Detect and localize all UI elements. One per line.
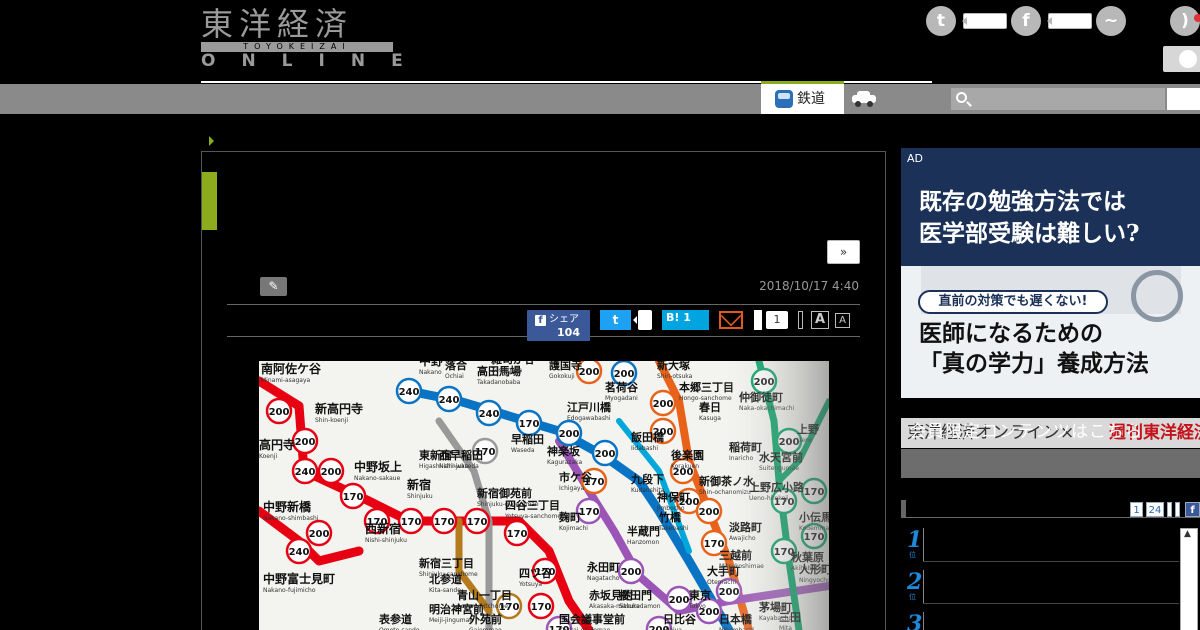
font-size-large-button[interactable]: A bbox=[811, 311, 829, 329]
title-accent-bar bbox=[202, 172, 217, 230]
article-date: 2018/10/17 4:40 bbox=[759, 279, 859, 293]
twitter-share-count bbox=[633, 310, 652, 330]
facebook-share-count: 104 bbox=[557, 326, 580, 339]
ranking-tab-b[interactable] bbox=[1175, 502, 1180, 517]
ranking-page-24[interactable]: 24 bbox=[1146, 502, 1164, 517]
ranking-number: 1 bbox=[907, 527, 923, 553]
hatena-label: B! bbox=[666, 311, 680, 324]
author-icon[interactable]: ✎ bbox=[260, 277, 287, 296]
article-photo-subway-map: 2002002402001702002401701701701701702402… bbox=[259, 361, 829, 630]
nav-tab-label: 鉄道 bbox=[797, 91, 825, 107]
logo-online-text: ONLINE bbox=[201, 51, 429, 71]
search-input[interactable] bbox=[951, 88, 1165, 110]
hatena-bookmark-button[interactable]: B! 1 bbox=[662, 310, 709, 330]
nav-tab-railway[interactable]: 鉄道 bbox=[761, 81, 844, 114]
hatena-count: 1 bbox=[683, 311, 691, 324]
ad-headline-2: 医学部受験は難しい? bbox=[919, 220, 1140, 247]
twitter-icon: t bbox=[926, 6, 956, 36]
font-size-small-button[interactable]: A bbox=[835, 313, 850, 328]
facebook-share-button[interactable]: f シェア 104 bbox=[527, 310, 590, 341]
ranking-suffix: 位 bbox=[909, 551, 916, 559]
logo-japanese-text: 東洋経済 bbox=[201, 5, 354, 43]
train-icon bbox=[775, 90, 793, 108]
facebook-icon: f bbox=[1011, 6, 1041, 36]
member-banner-text-2: 会員限定コンテンツはこちら bbox=[909, 422, 1143, 442]
messenger-icon: ~ bbox=[1096, 6, 1126, 36]
ranking-item[interactable]: 3 位 bbox=[901, 608, 1179, 630]
car-icon[interactable] bbox=[852, 91, 876, 107]
ad-headline-1: 既存の勉強方法では bbox=[919, 188, 1126, 215]
ranking-item[interactable]: 1 位 bbox=[901, 524, 1179, 566]
stethoscope-icon bbox=[1131, 270, 1183, 322]
ranking-item[interactable]: 2 位 bbox=[901, 566, 1179, 608]
login-button[interactable] bbox=[1163, 46, 1200, 72]
twitter-share-button[interactable]: t bbox=[600, 310, 631, 330]
breadcrumb-arrow-icon bbox=[209, 136, 214, 146]
facebook-icon: f bbox=[535, 315, 546, 326]
mail-share-count: 1 bbox=[754, 310, 788, 330]
site-logo[interactable]: 東洋経済 TOYOKEIZAI ONLINE bbox=[201, 5, 429, 71]
print-icon[interactable] bbox=[798, 311, 803, 329]
ad-pill-label: 直前の対策でも遅くない! bbox=[918, 290, 1108, 314]
advertisement-banner[interactable]: AD 既存の勉強方法では 医学部受験は難しい? 直前の対策でも遅くない! 医師に… bbox=[901, 148, 1200, 398]
ranking-page-1[interactable]: 1 bbox=[1130, 502, 1143, 517]
mail-icon[interactable] bbox=[719, 311, 743, 329]
search-icon bbox=[956, 92, 967, 103]
ranking-number: 3 bbox=[907, 611, 923, 630]
ranking-list: 1 位 2 位 3 位 bbox=[901, 524, 1200, 630]
user-icon bbox=[1179, 50, 1197, 68]
member-banner-bottom bbox=[901, 449, 1200, 478]
next-page-button[interactable]: » bbox=[827, 240, 860, 264]
notification-dot bbox=[1194, 14, 1200, 22]
share-bar-top-rule bbox=[227, 304, 860, 305]
facebook-count-bubble bbox=[1047, 13, 1092, 29]
facebook-share-label: シェア bbox=[549, 314, 579, 325]
ranking-scrollbar[interactable] bbox=[1180, 528, 1198, 630]
ranking-header: 1 24 f bbox=[901, 500, 1200, 518]
facebook-icon[interactable]: f bbox=[1185, 502, 1200, 517]
search-button[interactable] bbox=[1167, 88, 1200, 110]
ranking-suffix: 位 bbox=[909, 593, 916, 601]
ranking-number: 2 bbox=[907, 569, 923, 595]
ad-headline-4: 「真の学力」養成方法 bbox=[919, 350, 1149, 377]
twitter-count-bubble bbox=[962, 13, 1007, 29]
ad-headline-3: 医師になるための bbox=[919, 320, 1103, 347]
ad-tag: AD bbox=[907, 152, 923, 165]
member-content-banner[interactable]: 東洋経済オンライン× 週刊東洋経済 会員限定コンテンツはこちら bbox=[901, 418, 1200, 478]
ranking-header-mark bbox=[901, 500, 906, 518]
ranking-tab-a[interactable] bbox=[1167, 502, 1172, 517]
